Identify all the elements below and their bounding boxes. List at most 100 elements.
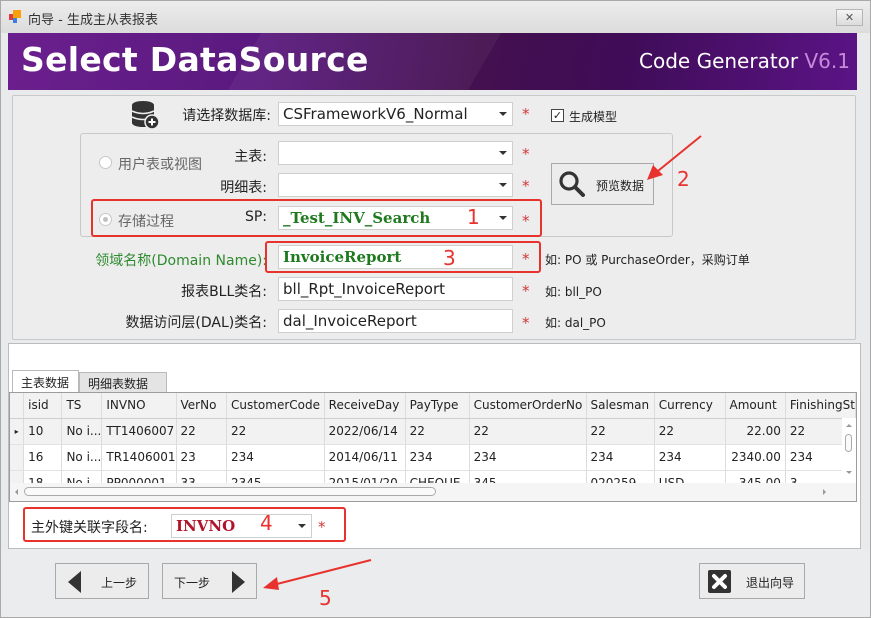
table-cell[interactable]: 234 xyxy=(654,444,726,471)
chevron-down-icon[interactable] xyxy=(293,515,311,537)
annotation-arrow-5 xyxy=(263,559,372,590)
bll-class-label: 报表BLL类名: xyxy=(181,284,267,300)
table-cell[interactable]: 23 xyxy=(176,444,227,471)
detail-table-select[interactable] xyxy=(278,173,513,197)
annotation-number-1: 1 xyxy=(467,205,480,229)
table-cell[interactable]: 22 xyxy=(176,418,227,445)
table-cell[interactable]: No i... xyxy=(61,444,103,471)
dal-class-label: 数据访问层(DAL)类名: xyxy=(125,315,267,331)
column-header[interactable]: Currency xyxy=(654,393,726,419)
annotation-arrow-2 xyxy=(647,135,702,180)
tab-detail-data[interactable]: 明细表数据 xyxy=(79,372,167,392)
vertical-scrollbar[interactable] xyxy=(842,418,856,484)
wizard-window: 向导 - 生成主从表报表 ✕ Select DataSource Code Ge… xyxy=(0,0,871,618)
tab-master-data[interactable]: 主表数据 xyxy=(12,370,79,393)
column-header[interactable]: Salesman xyxy=(586,393,655,419)
required-marker: * xyxy=(318,518,326,536)
horizontal-scrollbar[interactable] xyxy=(10,483,856,501)
table-cell[interactable]: 2022/06/14 xyxy=(324,418,406,445)
scroll-down-icon[interactable] xyxy=(846,471,852,474)
required-marker: * xyxy=(522,105,530,123)
table-cell[interactable]: 234 xyxy=(469,444,587,471)
table-cell[interactable]: 10 xyxy=(23,418,63,445)
table-cell[interactable]: TR1406001 xyxy=(101,444,177,471)
table-cell[interactable]: 22 xyxy=(226,418,325,445)
brand-label: Code Generator V6.1 xyxy=(639,49,850,73)
column-header[interactable]: TS xyxy=(61,393,103,419)
arrow-right-icon xyxy=(232,571,245,593)
key-field-select[interactable]: INVNO xyxy=(171,514,312,538)
table-cell[interactable]: 2014/06/11 xyxy=(324,444,406,471)
radio-stored-procedure[interactable] xyxy=(99,213,112,226)
brand-version: V6.1 xyxy=(804,49,851,73)
required-marker: * xyxy=(522,177,530,195)
scroll-left-icon[interactable] xyxy=(15,489,18,495)
master-table-select[interactable] xyxy=(278,141,513,165)
generate-model-checkbox[interactable]: ✓ xyxy=(551,109,564,122)
row-indicator-header xyxy=(10,393,25,419)
database-value: CSFrameworkV6_Normal xyxy=(283,105,468,123)
table-cell[interactable]: 234 xyxy=(405,444,470,471)
table-cell[interactable]: 22 xyxy=(469,418,587,445)
column-header[interactable]: VerNo xyxy=(176,393,227,419)
exit-wizard-button[interactable]: 退出向导 xyxy=(699,563,805,599)
required-marker: * xyxy=(522,314,530,332)
bll-class-input[interactable]: bll_Rpt_InvoiceReport xyxy=(278,277,513,301)
prev-step-button[interactable]: 上一步 xyxy=(55,563,149,599)
generate-model-label: 生成模型 xyxy=(569,110,618,124)
table-header-row: isid TS INVNO VerNo CustomerCode ReceiveDay Pa… xyxy=(10,393,856,419)
preview-data-button[interactable]: 预览数据 xyxy=(551,163,654,205)
sp-label: SP: xyxy=(244,209,267,225)
key-field-label: 主外键关联字段名: xyxy=(31,520,148,536)
row-indicator[interactable]: ▸ xyxy=(10,418,25,445)
exit-wizard-label: 退出向导 xyxy=(746,576,795,590)
window-title: 向导 - 生成主从表报表 xyxy=(28,13,158,28)
scroll-thumb[interactable] xyxy=(845,434,852,452)
dal-class-input[interactable]: dal_InvoiceReport xyxy=(278,309,513,333)
required-marker: * xyxy=(522,282,530,300)
prev-step-label: 上一步 xyxy=(101,576,138,590)
table-row[interactable]: ▸ 10 No i... TT1406007 22 22 2022/06/14 22 22 22 2… xyxy=(10,418,856,445)
scroll-thumb[interactable] xyxy=(24,487,436,496)
table-cell[interactable]: No i... xyxy=(61,418,103,445)
next-step-button[interactable]: 下一步 xyxy=(162,563,257,599)
chevron-down-icon[interactable] xyxy=(494,174,512,196)
table-cell[interactable]: 16 xyxy=(23,444,63,471)
detail-table-label: 明细表: xyxy=(220,180,267,196)
close-button[interactable]: ✕ xyxy=(836,9,863,26)
annotation-number-5: 5 xyxy=(319,586,332,610)
table-row[interactable]: 16 No i... TR1406001 23 234 2014/06/11 234 234 2… xyxy=(10,444,856,471)
domain-name-input[interactable]: InvoiceReport xyxy=(278,245,513,269)
chevron-down-icon[interactable] xyxy=(494,142,512,164)
brand-name: Code Generator xyxy=(639,49,805,73)
master-table-label: 主表: xyxy=(234,149,267,165)
radio-table-or-view[interactable] xyxy=(99,156,112,169)
table-cell[interactable]: TT1406007 xyxy=(101,418,177,445)
table-cell[interactable]: 2340.00 xyxy=(725,444,786,471)
database-select[interactable]: CSFrameworkV6_Normal xyxy=(278,102,513,126)
column-header[interactable]: ReceiveDay xyxy=(324,393,406,419)
table-cell[interactable]: 234 xyxy=(226,444,325,471)
column-header[interactable]: Amount xyxy=(725,393,786,419)
table-cell[interactable]: 234 xyxy=(586,444,655,471)
column-header[interactable]: PayType xyxy=(405,393,470,419)
column-header[interactable]: isid xyxy=(23,393,63,419)
column-header[interactable]: INVNO xyxy=(101,393,177,419)
table-cell[interactable]: 22 xyxy=(586,418,655,445)
scroll-right-icon[interactable] xyxy=(823,489,826,495)
data-grid: isid TS INVNO VerNo CustomerCode ReceiveDay Pa… xyxy=(9,392,857,502)
table-cell[interactable]: 22 xyxy=(654,418,726,445)
table-cell[interactable]: 22.00 xyxy=(725,418,786,445)
scroll-up-icon[interactable] xyxy=(846,424,852,427)
next-step-label: 下一步 xyxy=(174,576,211,590)
column-header[interactable]: CustomerOrderNo xyxy=(469,393,587,419)
column-header[interactable]: CustomerCode xyxy=(226,393,325,419)
required-marker: * xyxy=(522,250,530,268)
column-header[interactable]: FinishingSt xyxy=(785,393,856,419)
table-cell[interactable]: 22 xyxy=(405,418,470,445)
key-field-value: INVNO xyxy=(176,517,236,535)
chevron-down-icon[interactable] xyxy=(494,207,512,229)
row-indicator[interactable] xyxy=(10,444,25,471)
app-logo-icon xyxy=(9,10,23,24)
chevron-down-icon[interactable] xyxy=(494,103,512,125)
